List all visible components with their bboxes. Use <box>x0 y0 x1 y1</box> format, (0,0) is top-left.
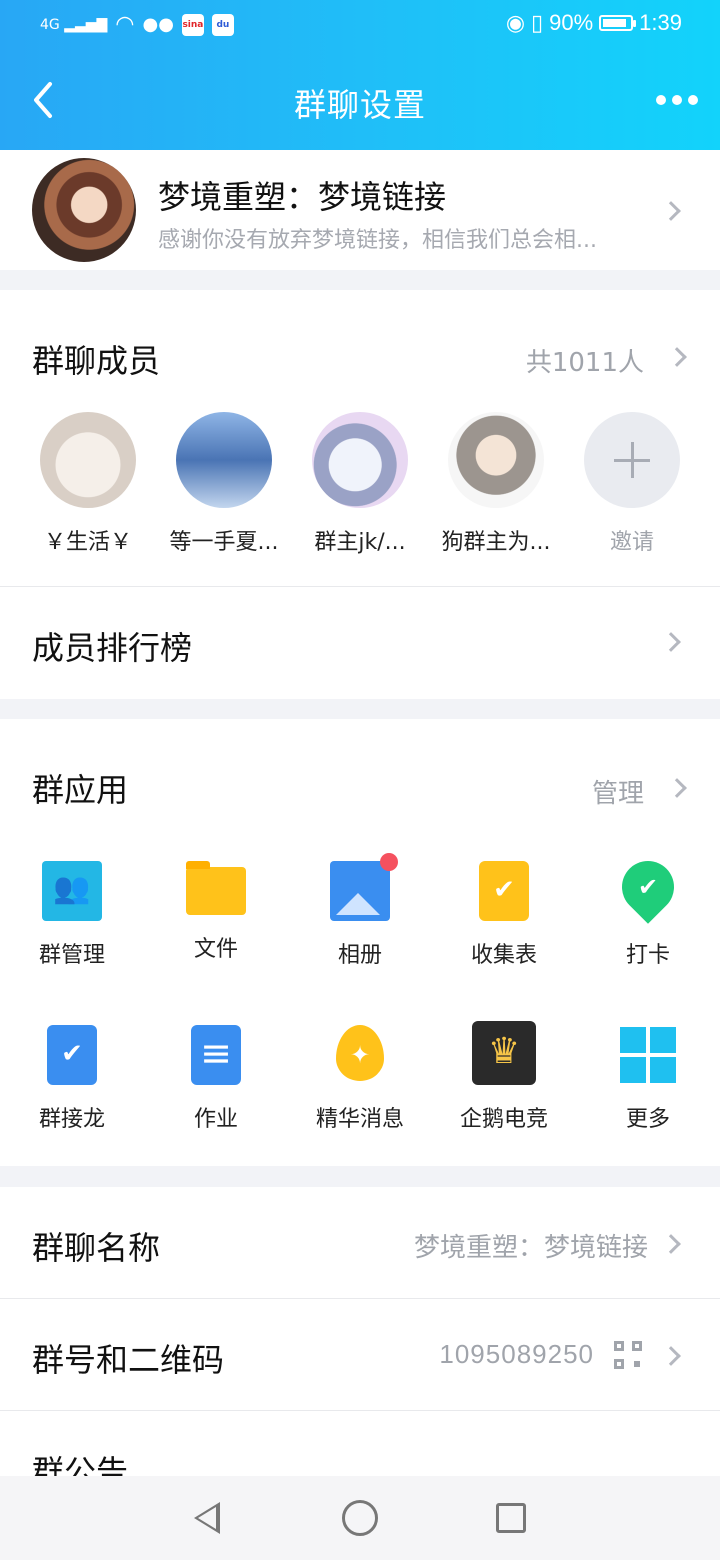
more-dot-icon <box>656 95 666 105</box>
chevron-right-icon <box>661 1234 681 1254</box>
status-bar: 4G ▂▃▅▇ ◠ ●● sina du ◉ ▯ 90% 1:39 <box>0 10 720 40</box>
more-apps-icon <box>618 1025 678 1085</box>
member-name: 狗群主为... <box>441 530 551 555</box>
group-name-row[interactable]: 群聊名称 梦境重塑：梦境链接 <box>0 1187 720 1299</box>
member-name: 等一手夏... <box>169 530 279 555</box>
plus-icon <box>584 412 680 508</box>
signal-icon: 4G ▂▃▅▇ <box>40 16 108 33</box>
wifi-icon: ◠ <box>115 12 135 37</box>
ranking-label: 成员排行榜 <box>32 629 193 667</box>
group-name-value: 梦境重塑：梦境链接 <box>413 1233 648 1263</box>
album-icon <box>330 853 398 921</box>
group-id-value: 1095089250 <box>439 1339 594 1369</box>
app-label: 打卡 <box>625 943 670 968</box>
invite-button[interactable]: 邀请 <box>562 412 702 556</box>
announcement-label: 群公告 <box>32 1453 129 1476</box>
app-homework[interactable]: 作业 <box>146 1025 286 1133</box>
member-item[interactable]: ￥生活￥ <box>18 412 158 556</box>
member-name: ￥生活￥ <box>43 530 132 555</box>
qr-code-icon <box>614 1341 642 1369</box>
homework-icon <box>191 1025 241 1085</box>
app-label: 作业 <box>193 1107 238 1132</box>
esports-icon <box>472 1021 536 1085</box>
chevron-right-icon <box>661 201 681 221</box>
group-avatar <box>32 158 136 262</box>
more-options-button[interactable] <box>656 88 700 112</box>
apps-manage-link[interactable]: 管理 <box>592 773 644 810</box>
member-avatar <box>176 412 272 508</box>
system-nav-bar <box>0 1476 720 1560</box>
members-section: 群聊成员 共1011人 ￥生活￥ 等一手夏... 群主jk/... 狗群主为..… <box>0 290 720 586</box>
group-info-card[interactable]: 梦境重塑：梦境链接 感谢你没有放弃梦境链接，相信我们总会相... <box>0 150 720 270</box>
app-essence[interactable]: 精华消息 <box>290 1025 430 1133</box>
sina-icon: sina <box>181 13 204 36</box>
group-id-row[interactable]: 群号和二维码 1095089250 <box>0 1299 720 1411</box>
member-avatar <box>40 412 136 508</box>
folder-icon <box>186 861 246 915</box>
app-more[interactable]: 更多 <box>578 1025 718 1133</box>
notification-badge <box>380 853 398 871</box>
announcement-row[interactable]: 群公告 <box>0 1411 720 1476</box>
app-files[interactable]: 文件 <box>146 861 286 963</box>
apps-title: 群应用 <box>32 771 129 809</box>
more-dot-icon <box>688 95 698 105</box>
members-title: 群聊成员 <box>32 342 161 380</box>
header-bar: 4G ▂▃▅▇ ◠ ●● sina du ◉ ▯ 90% 1:39 群聊设置 <box>0 0 720 150</box>
app-label: 收集表 <box>470 943 537 968</box>
battery-percent: 90% <box>549 10 594 35</box>
group-description: 感谢你没有放弃梦境链接，相信我们总会相... <box>158 228 597 253</box>
app-label: 精华消息 <box>315 1107 404 1132</box>
group-id-label: 群号和二维码 <box>32 1341 225 1379</box>
app-label: 群接龙 <box>38 1107 105 1132</box>
app-esports[interactable]: 企鹅电竞 <box>434 1021 574 1133</box>
member-avatar <box>312 412 408 508</box>
app-label: 更多 <box>625 1107 670 1132</box>
member-name: 群主jk/... <box>314 530 406 555</box>
invite-label: 邀请 <box>609 530 654 555</box>
more-dot-icon <box>672 95 682 105</box>
collect-form-icon <box>479 861 529 921</box>
app-label: 文件 <box>193 937 238 962</box>
nav-home-icon[interactable] <box>342 1500 378 1536</box>
members-count[interactable]: 共1011人 <box>526 342 644 379</box>
group-name: 梦境重塑：梦境链接 <box>158 178 447 216</box>
app-relay[interactable]: 群接龙 <box>2 1025 142 1133</box>
member-item[interactable]: 狗群主为... <box>426 412 566 556</box>
page-title: 群聊设置 <box>293 86 426 124</box>
group-apps-section: 群应用 管理 群管理 文件 相册 收集表 打卡 群接龙 作业 精华消息 企鹅电竞 <box>0 719 720 1166</box>
member-item[interactable]: 群主jk/... <box>290 412 430 556</box>
app-label: 企鹅电竞 <box>459 1107 548 1132</box>
chevron-right-icon <box>661 632 681 652</box>
app-album[interactable]: 相册 <box>290 853 430 969</box>
nav-back-icon[interactable] <box>188 1500 224 1536</box>
vibrate-icon: ▯ <box>531 10 544 35</box>
clock: 1:39 <box>639 10 682 35</box>
app-group-manage[interactable]: 群管理 <box>2 861 142 969</box>
wechat-icon: ●● <box>142 14 174 35</box>
member-avatar <box>448 412 544 508</box>
baidu-icon: du <box>211 13 234 36</box>
eye-icon: ◉ <box>505 10 526 35</box>
member-ranking-row[interactable]: 成员排行榜 <box>0 587 720 699</box>
app-collect-form[interactable]: 收集表 <box>434 861 574 969</box>
chevron-right-icon <box>667 347 687 367</box>
chevron-right-icon <box>661 1346 681 1366</box>
group-manage-icon <box>42 861 102 921</box>
relay-icon <box>47 1025 97 1085</box>
group-name-label: 群聊名称 <box>32 1229 161 1267</box>
app-label: 群管理 <box>38 943 105 968</box>
member-item[interactable]: 等一手夏... <box>154 412 294 556</box>
battery-icon <box>599 15 637 31</box>
chevron-right-icon <box>667 778 687 798</box>
nav-recents-icon[interactable] <box>496 1503 526 1533</box>
app-check-in[interactable]: 打卡 <box>578 850 718 969</box>
app-label: 相册 <box>337 943 382 968</box>
essence-icon <box>336 1025 384 1081</box>
check-in-icon <box>611 850 685 924</box>
